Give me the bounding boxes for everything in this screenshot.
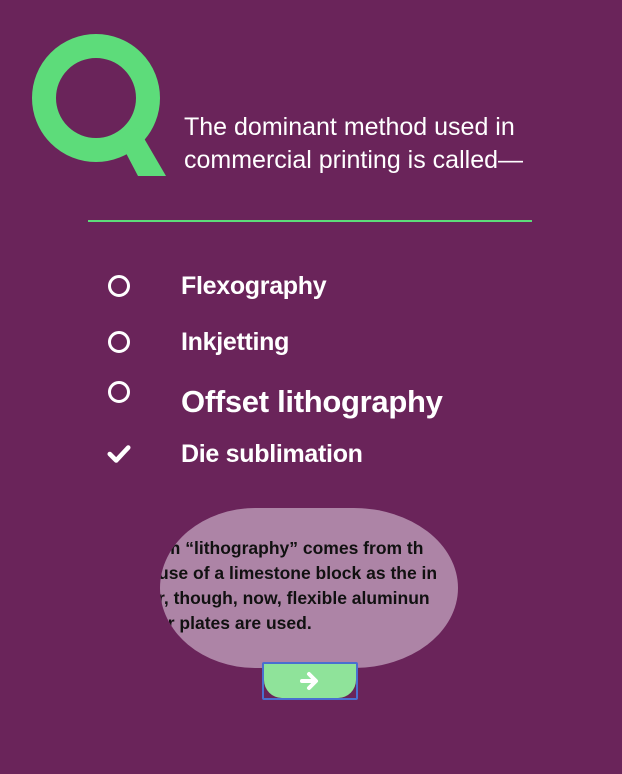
answer-options: Flexography Inkjetting Offset lithograph…: [100, 258, 540, 482]
ring-icon: [107, 330, 131, 354]
next-button[interactable]: [264, 664, 356, 698]
explanation-line: er plates are used.: [160, 613, 312, 633]
ring-icon: [107, 380, 131, 404]
explanation-line: use of a limestone block as the in: [160, 563, 438, 583]
explanation-text: rm “lithography” comes from th use of a …: [160, 536, 458, 636]
quiz-page: The dominant method used in commercial p…: [0, 0, 622, 774]
option-flexography[interactable]: Flexography: [100, 258, 540, 314]
question-text: The dominant method used in commercial p…: [184, 113, 524, 174]
explanation-line: r, though, now, flexible aluminun: [160, 588, 430, 608]
explanation-bubble: rm “lithography” comes from th use of a …: [160, 508, 458, 668]
option-label: Die sublimation: [181, 439, 363, 468]
checkmark-icon: [107, 442, 131, 466]
explanation-line: rm “lithography” comes from th: [160, 538, 424, 558]
option-label: Flexography: [181, 271, 327, 300]
arrow-right-icon: [300, 672, 318, 690]
q-letter-icon: [32, 34, 166, 176]
divider: [88, 220, 532, 222]
explanation-panel: rm “lithography” comes from th use of a …: [148, 508, 458, 668]
ring-icon: [107, 274, 131, 298]
option-inkjetting[interactable]: Inkjetting: [100, 314, 540, 370]
option-die-sublimation[interactable]: Die sublimation: [100, 426, 540, 482]
option-offset-lithography[interactable]: Offset lithography: [100, 370, 540, 426]
option-label: Offset lithography: [181, 384, 443, 419]
option-label: Inkjetting: [181, 327, 290, 356]
